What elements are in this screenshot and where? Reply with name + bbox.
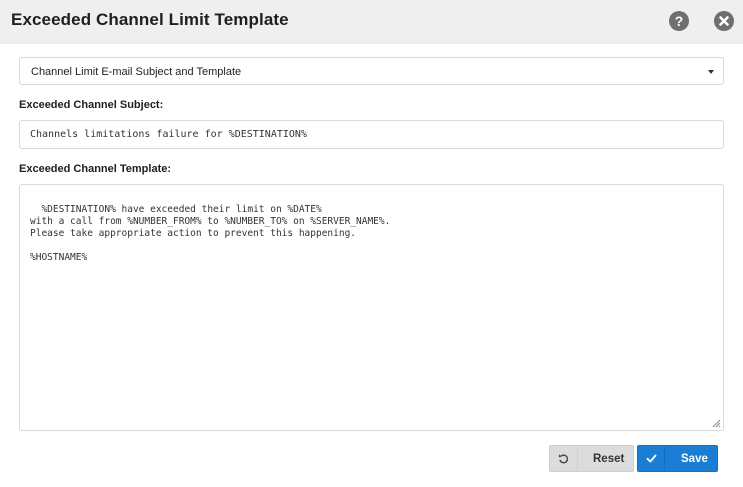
template-textarea[interactable]: %DESTINATION% have exceeded their limit …: [19, 184, 724, 431]
template-text: %DESTINATION% have exceeded their limit …: [30, 204, 391, 263]
template-select[interactable]: Channel Limit E-mail Subject and Templat…: [19, 57, 724, 85]
reset-button-label: Reset: [593, 453, 625, 465]
save-button-label: Save: [681, 453, 708, 465]
resize-handle-icon[interactable]: [711, 418, 721, 428]
template-select-value: Channel Limit E-mail Subject and Templat…: [31, 66, 242, 78]
template-label: Exceeded Channel Template:: [19, 163, 172, 175]
svg-text:?: ?: [675, 13, 684, 29]
save-button[interactable]: Save: [637, 445, 718, 472]
subject-input[interactable]: [19, 120, 724, 149]
help-icon[interactable]: ?: [669, 11, 689, 31]
check-icon: [638, 446, 665, 471]
reset-button[interactable]: Reset: [549, 445, 634, 472]
subject-label: Exceeded Channel Subject:: [19, 99, 164, 111]
close-icon[interactable]: [714, 11, 734, 31]
chevron-down-icon: [708, 70, 714, 74]
dialog-title: Exceeded Channel Limit Template: [11, 10, 289, 29]
undo-icon: [550, 446, 578, 471]
dialog-header: Exceeded Channel Limit Template ?: [0, 0, 743, 44]
